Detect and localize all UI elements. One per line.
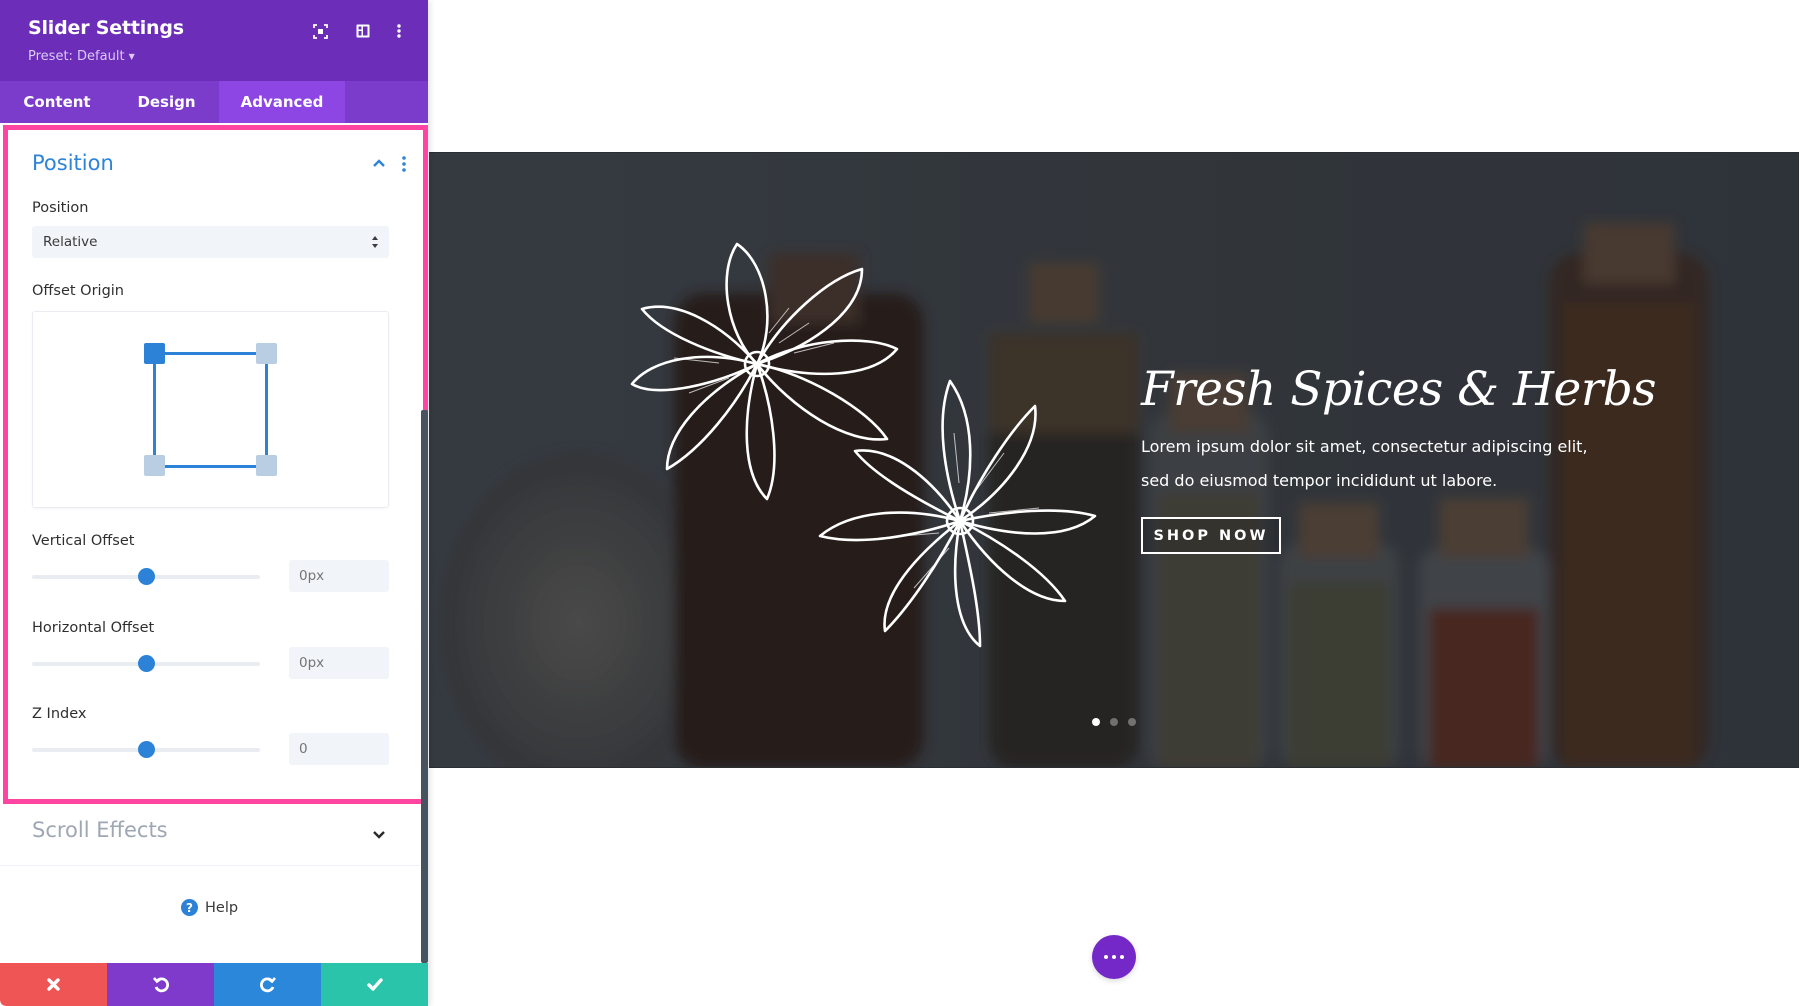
panel-scrollbar[interactable] — [421, 410, 428, 963]
horizontal-offset-slider[interactable] — [32, 652, 260, 676]
split-view-icon[interactable] — [352, 20, 374, 42]
offset-origin-label: Offset Origin — [32, 283, 124, 299]
focus-mode-icon[interactable] — [309, 20, 331, 42]
position-section-title[interactable]: Position — [32, 151, 114, 175]
origin-edge-bottom — [153, 465, 265, 468]
origin-corner-top-right[interactable] — [256, 343, 277, 364]
origin-edge-left — [153, 352, 156, 468]
origin-corner-top-left[interactable] — [144, 343, 165, 364]
origin-edge-top — [153, 352, 265, 355]
select-arrows-icon — [372, 236, 378, 248]
vertical-offset-slider[interactable] — [32, 565, 260, 589]
tab-design[interactable]: Design — [114, 81, 219, 123]
z-index-slider[interactable] — [32, 738, 260, 762]
settings-tabs: Content Design Advanced — [0, 81, 428, 123]
slide-description: Lorem ipsum dolor sit amet, consectetur … — [1141, 437, 1588, 490]
origin-corner-bottom-right[interactable] — [256, 455, 277, 476]
help-icon: ? — [181, 899, 198, 916]
origin-corner-bottom-left[interactable] — [144, 455, 165, 476]
section-options-icon[interactable] — [398, 155, 410, 173]
panel-header: Slider Settings Preset: Default ▼ — [0, 0, 428, 81]
more-options-icon[interactable] — [388, 20, 410, 42]
dot-icon — [1120, 955, 1124, 959]
settings-panel: Slider Settings Preset: Default ▼ Conten… — [0, 0, 428, 1006]
slider-dot-3[interactable] — [1128, 718, 1136, 726]
help-link[interactable]: ? Help — [181, 899, 238, 916]
z-index-input[interactable] — [289, 733, 389, 765]
horizontal-offset-label: Horizontal Offset — [32, 620, 155, 636]
undo-icon — [152, 976, 169, 992]
builder-screen: Fresh Spices & Herbs Lorem ipsum dolor s… — [0, 0, 1800, 1006]
vertical-offset-label: Vertical Offset — [32, 533, 135, 549]
z-index-label: Z Index — [32, 706, 87, 722]
position-label: Position — [32, 200, 89, 216]
preset-label: Preset: Default — [28, 49, 125, 64]
chevron-up-icon[interactable] — [371, 157, 387, 169]
slider-dot-1[interactable] — [1092, 718, 1100, 726]
check-icon — [366, 978, 383, 991]
panel-title: Slider Settings — [28, 17, 184, 39]
close-icon — [47, 978, 60, 991]
slider-thumb[interactable] — [137, 655, 155, 672]
chevron-down-icon[interactable] — [371, 829, 387, 841]
scroll-effects-section-title[interactable]: Scroll Effects — [32, 818, 168, 842]
horizontal-offset-input[interactable] — [289, 647, 389, 679]
save-button[interactable] — [321, 963, 428, 1006]
redo-button[interactable] — [214, 963, 321, 1006]
section-divider — [0, 865, 420, 866]
origin-edge-right — [265, 352, 268, 468]
redo-icon — [259, 976, 276, 992]
slider-thumb[interactable] — [137, 568, 155, 585]
help-label: Help — [205, 899, 239, 916]
dot-icon — [1112, 955, 1116, 959]
position-select-value: Relative — [43, 234, 98, 250]
tab-content[interactable]: Content — [0, 81, 114, 123]
shop-now-button[interactable]: SHOP NOW — [1141, 517, 1281, 554]
undo-button[interactable] — [107, 963, 214, 1006]
vertical-offset-input[interactable] — [289, 560, 389, 592]
slider-dot-2[interactable] — [1110, 718, 1118, 726]
action-bar — [0, 963, 428, 1006]
dot-icon — [1104, 955, 1108, 959]
page-settings-button[interactable] — [1092, 935, 1136, 979]
preset-dropdown[interactable]: Preset: Default ▼ — [28, 49, 135, 64]
caret-down-icon: ▼ — [128, 52, 135, 61]
slide-title: Fresh Spices & Herbs — [1141, 362, 1657, 417]
tab-advanced[interactable]: Advanced — [219, 81, 345, 123]
cancel-button[interactable] — [0, 963, 107, 1006]
slider-thumb[interactable] — [137, 741, 155, 758]
position-select[interactable]: Relative — [32, 226, 389, 258]
offset-origin-picker — [32, 311, 389, 508]
